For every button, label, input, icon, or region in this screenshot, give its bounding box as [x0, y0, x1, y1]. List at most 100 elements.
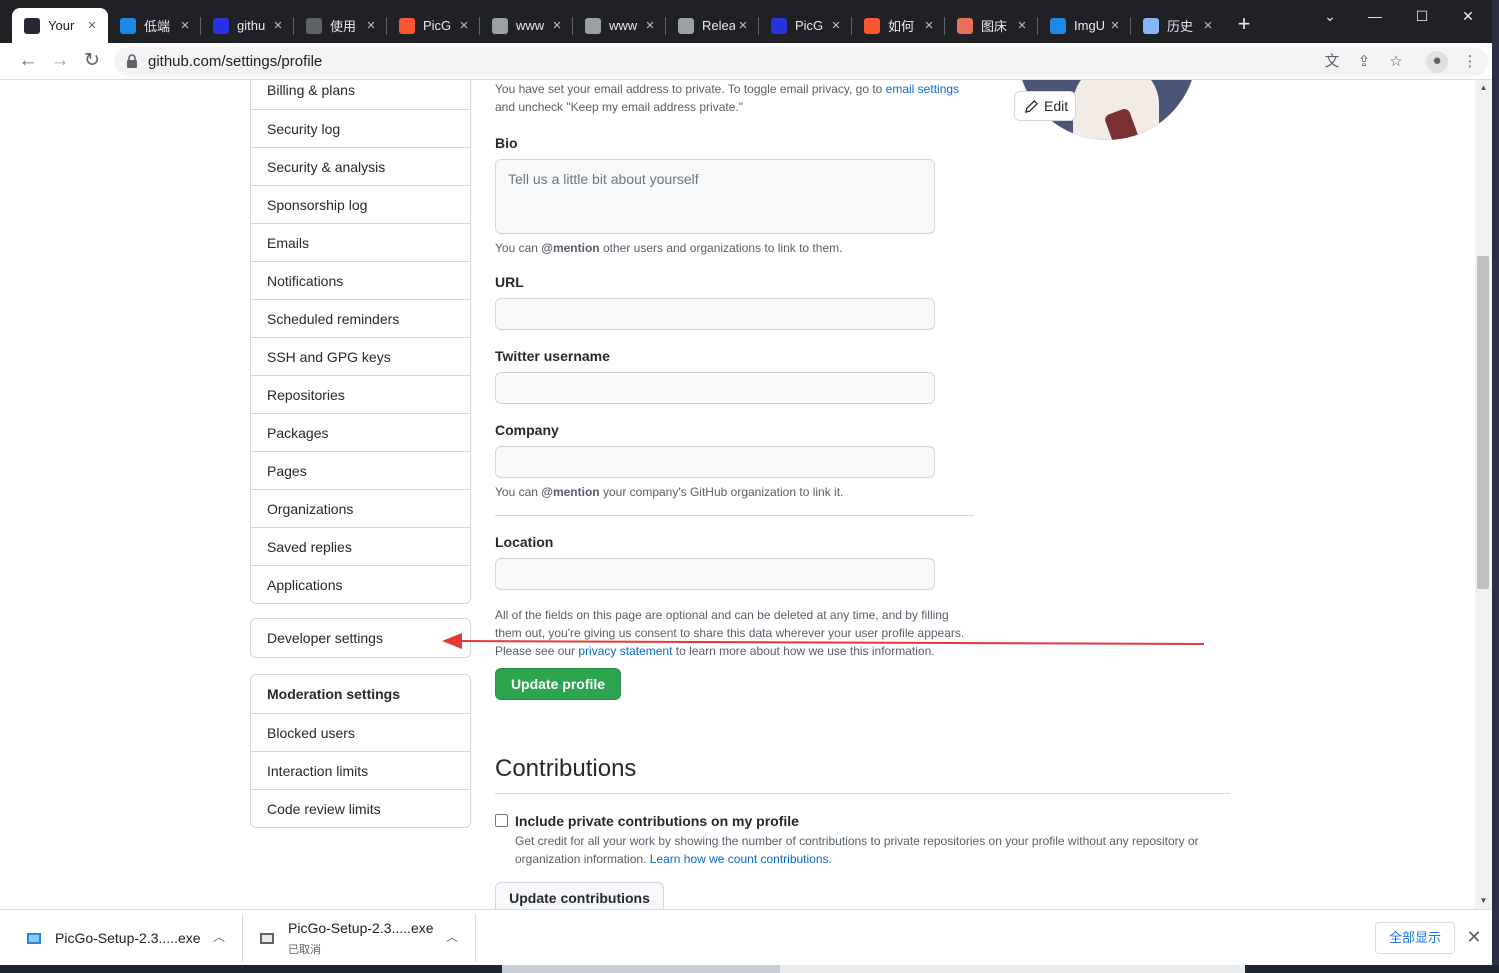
tab-separator: [200, 17, 201, 35]
browser-tab[interactable]: 图床 ×: [945, 8, 1038, 43]
profile-avatar-icon[interactable]: ●: [1426, 51, 1448, 73]
close-tab-icon[interactable]: ×: [1200, 17, 1216, 34]
maximize-icon[interactable]: ☐: [1407, 6, 1437, 26]
sidebar-item[interactable]: Repositories: [251, 375, 470, 413]
sidebar-item-developer-settings[interactable]: Developer settings: [251, 619, 470, 657]
sidebar-item[interactable]: Blocked users: [251, 713, 470, 751]
minimize-icon[interactable]: —: [1360, 6, 1390, 26]
scroll-down-icon[interactable]: ▼: [1475, 893, 1492, 909]
twitter-input[interactable]: [495, 372, 935, 404]
close-tab-icon[interactable]: ×: [456, 17, 472, 34]
scroll-up-icon[interactable]: ▲: [1475, 80, 1492, 96]
page-scrollbar[interactable]: ▲ ▼: [1475, 80, 1492, 909]
company-input[interactable]: [495, 446, 935, 478]
image-icon: [1050, 17, 1066, 34]
menu-dots-icon[interactable]: ⋮: [1460, 52, 1480, 72]
sidebar-item[interactable]: Interaction limits: [251, 751, 470, 789]
taskbar-window: [502, 965, 780, 973]
browser-tab[interactable]: www ×: [480, 8, 573, 43]
sidebar-item[interactable]: Packages: [251, 413, 470, 451]
sidebar-item[interactable]: Security log: [251, 109, 470, 147]
new-tab-button[interactable]: +: [1233, 13, 1255, 36]
browser-tab[interactable]: ImgU ×: [1038, 8, 1131, 43]
address-bar[interactable]: github.com/settings/profile 文 ⇪ ☆ ● ⋮: [114, 47, 1488, 76]
tab-separator: [1037, 17, 1038, 35]
close-tab-icon[interactable]: ×: [177, 17, 193, 34]
checkbox-label[interactable]: Include private contributions on my prof…: [515, 813, 799, 829]
download-status: 已取消: [288, 944, 321, 956]
browser-tab[interactable]: www ×: [573, 8, 666, 43]
close-tab-icon[interactable]: ×: [1107, 17, 1123, 34]
sidebar-item[interactable]: Applications: [251, 565, 470, 603]
company-label: Company: [495, 422, 559, 438]
close-tab-icon[interactable]: ×: [363, 17, 379, 34]
sidebar-item[interactable]: Organizations: [251, 489, 470, 527]
edit-label: Edit: [1044, 98, 1069, 114]
browser-tab[interactable]: githu ×: [201, 8, 294, 43]
browser-tab[interactable]: Relea ×: [666, 8, 759, 43]
url-input[interactable]: [495, 298, 935, 330]
sidebar-item[interactable]: Saved replies: [251, 527, 470, 565]
contributions-heading: Contributions: [495, 755, 637, 782]
browser-tab[interactable]: PicG ×: [759, 8, 852, 43]
close-tab-icon[interactable]: ×: [828, 17, 844, 34]
share-icon[interactable]: ⇪: [1354, 52, 1374, 72]
sidebar-item[interactable]: Sponsorship log: [251, 185, 470, 223]
bookmark-star-icon[interactable]: ☆: [1386, 52, 1406, 72]
close-tab-icon[interactable]: ×: [270, 17, 286, 34]
browser-tab[interactable]: 使用 ×: [294, 8, 387, 43]
tab-strip: Your × 低端 × githu × 使用 × PicG × www × www × Relea × PicG…: [0, 0, 1499, 43]
forward-icon[interactable]: →: [48, 49, 72, 73]
moderation-menu: Moderation settings Blocked users Interac…: [250, 674, 471, 828]
close-tab-icon[interactable]: ×: [642, 17, 658, 34]
sidebar-item[interactable]: Code review limits: [251, 789, 470, 827]
sidebar-item[interactable]: Notifications: [251, 261, 470, 299]
close-shelf-icon[interactable]: ✕: [1464, 927, 1484, 947]
bio-textarea[interactable]: Tell us a little bit about yourself: [495, 159, 935, 234]
settings-menu: Billing & plans Security log Security & an…: [250, 80, 471, 604]
reload-icon[interactable]: ↻: [80, 49, 104, 73]
download-item[interactable]: PicGo-Setup-2.3.....exe ︿: [0, 910, 242, 966]
close-tab-icon[interactable]: ×: [1014, 17, 1030, 34]
tab-separator: [851, 17, 852, 35]
installer-cancelled-icon: [260, 933, 274, 944]
sidebar-item[interactable]: Pages: [251, 451, 470, 489]
scrollbar-thumb[interactable]: [1477, 256, 1489, 589]
chevron-up-icon[interactable]: ︿: [211, 928, 227, 944]
email-settings-link[interactable]: email settings: [886, 82, 959, 96]
browser-tab[interactable]: 历史 ×: [1131, 8, 1224, 43]
browser-tab[interactable]: Your ×: [12, 8, 108, 43]
url-label: URL: [495, 274, 524, 290]
browser-tab[interactable]: 低端 ×: [108, 8, 201, 43]
private-contributions-checkbox[interactable]: [495, 814, 508, 827]
close-tab-icon[interactable]: ×: [921, 17, 937, 34]
sidebar-item[interactable]: SSH and GPG keys: [251, 337, 470, 375]
close-tab-icon[interactable]: ×: [549, 17, 565, 34]
tab-search-icon[interactable]: ⌄: [1315, 6, 1345, 26]
download-filename: PicGo-Setup-2.3.....exe: [288, 920, 434, 936]
globe-icon: [585, 17, 601, 34]
sidebar-item[interactable]: Security & analysis: [251, 147, 470, 185]
location-input[interactable]: [495, 558, 935, 590]
company-hint: You can @mention your company's GitHub o…: [495, 485, 844, 499]
pencil-icon: [1024, 99, 1039, 113]
translate-icon[interactable]: 文: [1322, 52, 1342, 72]
edit-avatar-button[interactable]: Edit: [1014, 91, 1076, 121]
sidebar-item[interactable]: Emails: [251, 223, 470, 261]
update-profile-button[interactable]: Update profile: [495, 668, 621, 700]
download-item[interactable]: PicGo-Setup-2.3.....exe 已取消 ︿: [243, 910, 475, 966]
sidebar-item[interactable]: Billing & plans: [251, 80, 470, 109]
back-icon[interactable]: ←: [16, 49, 40, 73]
close-tab-icon[interactable]: ×: [84, 17, 100, 34]
github-icon: [24, 17, 40, 34]
sidebar-item[interactable]: Scheduled reminders: [251, 299, 470, 337]
browser-tab[interactable]: PicG ×: [387, 8, 480, 43]
learn-contributions-link[interactable]: Learn how we count contributions.: [650, 852, 832, 866]
close-window-icon[interactable]: ✕: [1453, 6, 1483, 26]
update-contributions-button[interactable]: Update contributions: [495, 882, 664, 909]
close-tab-icon[interactable]: ×: [735, 17, 751, 34]
chevron-up-icon[interactable]: ︿: [444, 928, 460, 944]
show-all-button[interactable]: 全部显示: [1375, 922, 1455, 954]
baidu-paw-icon: [771, 17, 787, 34]
browser-tab[interactable]: 如何 ×: [852, 8, 945, 43]
